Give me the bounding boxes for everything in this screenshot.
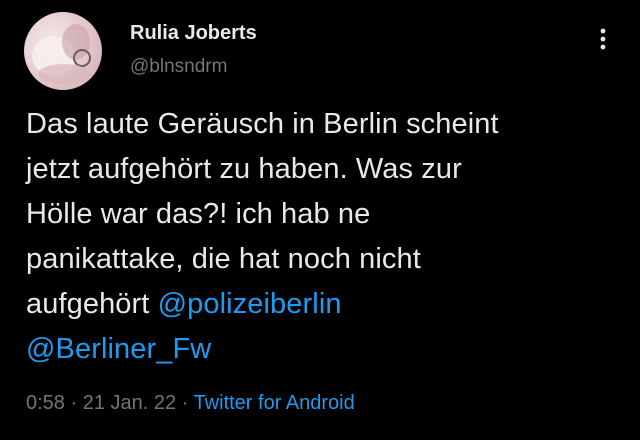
tweet-meta: 0:58 · 21 Jan. 22 · Twitter for Android [26,392,355,415]
tweet-text-segment: aufgehört [26,288,158,320]
display-name[interactable]: Rulia Joberts [130,22,257,45]
mention-link-polizeiberlin[interactable]: @polizeiberlin [158,288,342,320]
tweet-text-line-with-mention: aufgehört @polizeiberlin [26,282,626,327]
meta-separator: · [64,392,83,414]
tweet-text-line: panikattake, die hat noch nicht [26,243,421,275]
tweet-text: Das laute Geräusch in Berlin scheint jet… [26,102,626,372]
tweet-source-link[interactable]: Twitter for Android [194,392,355,414]
user-handle[interactable]: @blnsndrm [130,56,227,78]
tweet-date[interactable]: 21 Jan. 22 [83,392,176,414]
more-options-button[interactable] [590,26,616,52]
tweet-text-line: Das laute Geräusch in Berlin scheint [26,108,499,140]
tweet-text-line: jetzt aufgehört zu haben. Was zur [26,153,462,185]
tweet-text-line-with-mention: @Berliner_Fw [26,327,626,372]
tweet-card: Rulia Joberts @blnsndrm Das laute Geräus… [0,0,640,440]
more-vertical-icon [600,28,606,50]
avatar[interactable] [24,12,102,90]
tweet-time[interactable]: 0:58 [26,392,65,414]
mention-link-berliner-fw[interactable]: @Berliner_Fw [26,333,211,365]
meta-separator: · [176,392,194,414]
tweet-text-line: Hölle war das?! ich hab ne [26,198,371,230]
